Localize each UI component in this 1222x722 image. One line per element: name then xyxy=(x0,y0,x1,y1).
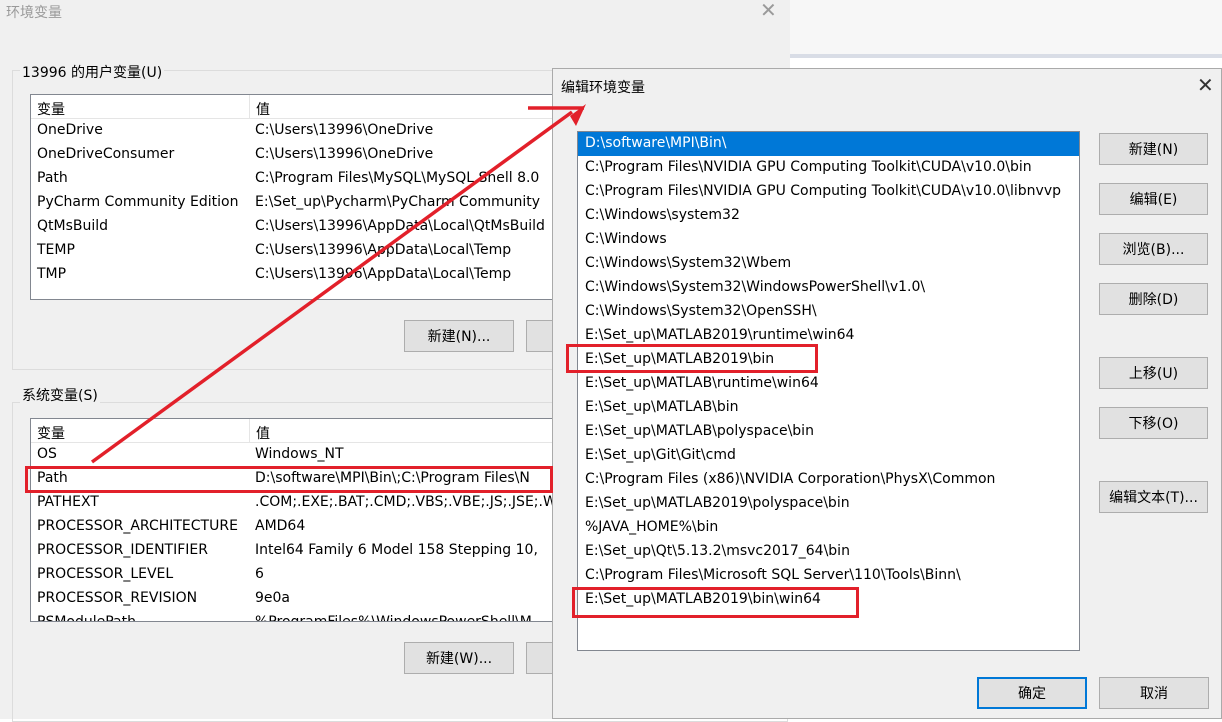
table-row[interactable]: QtMsBuild C:\Users\13996\AppData\Local\Qt… xyxy=(31,215,589,239)
variable-value: C:\Users\13996\AppData\Local\Temp xyxy=(255,266,512,282)
column-header-variable[interactable]: 变量 xyxy=(31,419,249,443)
variable-name: Path xyxy=(37,170,68,186)
list-item[interactable]: %JAVA_HOME%\bin xyxy=(578,516,1079,540)
variable-name: TEMP xyxy=(37,242,75,258)
path-entries-list[interactable]: D:\software\MPI\Bin\ C:\Program Files\NVI… xyxy=(577,131,1080,651)
variable-name: PSModulePath xyxy=(37,614,136,622)
variable-name: PROCESSOR_REVISION xyxy=(37,590,198,606)
system-variables-list[interactable]: 变量 值 OS Windows_NT Path D:\software\MPI\Bin… xyxy=(30,418,590,622)
list-item[interactable]: E:\Set_up\MATLAB\polyspace\bin xyxy=(578,420,1079,444)
edit-button[interactable]: 编辑(E) xyxy=(1099,183,1208,215)
user-variables-list[interactable]: 变量 值 OneDrive C:\Users\13996\OneDrive OneD… xyxy=(30,94,590,300)
variable-name: PyCharm Community Edition xyxy=(37,194,239,210)
variable-name: PROCESSOR_ARCHITECTURE xyxy=(37,518,238,534)
table-row[interactable]: PyCharm Community Edition E:\Set_up\Pycha… xyxy=(31,191,589,215)
column-header-variable[interactable]: 变量 xyxy=(31,95,249,119)
table-row[interactable]: PATHEXT .COM;.EXE;.BAT;.CMD;.VBS;.VBE;.JS… xyxy=(31,491,589,515)
variable-value: 6 xyxy=(255,566,264,582)
variable-value: C:\Program Files\MySQL\MySQL Shell 8.0 xyxy=(255,170,540,186)
table-row[interactable]: PROCESSOR_REVISION 9e0a xyxy=(31,587,589,611)
list-item[interactable]: C:\Windows\system32 xyxy=(578,204,1079,228)
dialog-title: 编辑环境变量 xyxy=(561,80,645,96)
variable-value: E:\Set_up\Pycharm\PyCharm Community xyxy=(255,194,541,210)
variable-value: C:\Users\13996\OneDrive xyxy=(255,146,434,162)
list-header: 变量 值 xyxy=(31,95,589,119)
list-item[interactable]: D:\software\MPI\Bin\ xyxy=(578,132,1079,156)
list-item[interactable]: E:\Set_up\Git\Git\cmd xyxy=(578,444,1079,468)
new-button[interactable]: 新建(N) xyxy=(1099,133,1208,165)
table-row[interactable]: PROCESSOR_ARCHITECTURE AMD64 xyxy=(31,515,589,539)
browse-button[interactable]: 浏览(B)... xyxy=(1099,233,1208,265)
table-row[interactable]: Path C:\Program Files\MySQL\MySQL Shell 8… xyxy=(31,167,589,191)
background-window-strip xyxy=(790,0,1222,58)
list-item[interactable]: E:\Set_up\MATLAB\runtime\win64 xyxy=(578,372,1079,396)
system-variables-label: 系统变量(S) xyxy=(20,385,100,405)
variable-value: 9e0a xyxy=(255,590,291,606)
list-item[interactable]: E:\Set_up\MATLAB\bin xyxy=(578,396,1079,420)
table-row[interactable]: OneDriveConsumer C:\Users\13996\OneDrive xyxy=(31,143,589,167)
column-header-value[interactable]: 值 xyxy=(249,95,589,119)
list-item[interactable]: C:\Windows\System32\OpenSSH\ xyxy=(578,300,1079,324)
ok-button[interactable]: 确定 xyxy=(977,677,1087,709)
window-title: 环境变量 xyxy=(6,5,62,21)
column-header-value[interactable]: 值 xyxy=(249,419,589,443)
table-row[interactable]: OneDrive C:\Users\13996\OneDrive xyxy=(31,119,589,143)
table-row[interactable]: TMP C:\Users\13996\AppData\Local\Temp xyxy=(31,263,589,287)
annotation-box-matlab2019-bin xyxy=(566,344,818,373)
variable-name: PATHEXT xyxy=(37,494,99,510)
variable-value: C:\Users\13996\OneDrive xyxy=(255,122,434,138)
annotation-box-matlab2019-bin-win64 xyxy=(572,587,859,618)
variable-value: Intel64 Family 6 Model 158 Stepping 10, xyxy=(255,542,538,558)
variable-name: PROCESSOR_LEVEL xyxy=(37,566,174,582)
list-item[interactable]: C:\Program Files\NVIDIA GPU Computing To… xyxy=(578,180,1079,204)
user-variables-label: 13996 的用户变量(U) xyxy=(20,62,165,82)
close-icon[interactable]: ✕ xyxy=(1197,73,1214,97)
table-row[interactable]: TEMP C:\Users\13996\AppData\Local\Temp xyxy=(31,239,589,263)
variable-name: QtMsBuild xyxy=(37,218,109,234)
variable-name: OneDriveConsumer xyxy=(37,146,175,162)
variable-value: AMD64 xyxy=(255,518,306,534)
variable-name: OS xyxy=(37,446,57,462)
variable-value: %ProgramFiles%\WindowsPowerShell\M xyxy=(255,614,532,622)
list-item[interactable]: E:\Set_up\Qt\5.13.2\msvc2017_64\bin xyxy=(578,540,1079,564)
list-item[interactable]: C:\Windows xyxy=(578,228,1079,252)
background-window-strip-line xyxy=(790,54,1222,58)
list-header: 变量 值 xyxy=(31,419,589,443)
table-row[interactable]: PROCESSOR_LEVEL 6 xyxy=(31,563,589,587)
table-row[interactable]: OS Windows_NT xyxy=(31,443,589,467)
move-down-button[interactable]: 下移(O) xyxy=(1099,407,1208,439)
user-new-button[interactable]: 新建(N)... xyxy=(404,320,514,352)
table-row[interactable]: PSModulePath %ProgramFiles%\WindowsPowerS… xyxy=(31,611,589,622)
edit-text-button[interactable]: 编辑文本(T)... xyxy=(1099,481,1208,513)
list-item[interactable]: C:\Program Files\Microsoft SQL Server\11… xyxy=(578,564,1079,588)
annotation-box-system-path xyxy=(25,466,553,493)
system-new-button[interactable]: 新建(W)... xyxy=(404,642,514,674)
edit-environment-variable-dialog: 编辑环境变量 ✕ D:\software\MPI\Bin\ C:\Program … xyxy=(552,68,1222,719)
variable-value: C:\Users\13996\AppData\Local\Temp xyxy=(255,242,512,258)
variable-value: C:\Users\13996\AppData\Local\QtMsBuild xyxy=(255,218,545,234)
variable-name: OneDrive xyxy=(37,122,103,138)
list-item[interactable]: C:\Program Files (x86)\NVIDIA Corporatio… xyxy=(578,468,1079,492)
list-item[interactable]: C:\Windows\System32\WindowsPowerShell\v1… xyxy=(578,276,1079,300)
delete-button[interactable]: 删除(D) xyxy=(1099,283,1208,315)
list-item[interactable]: C:\Windows\System32\Wbem xyxy=(578,252,1079,276)
move-up-button[interactable]: 上移(U) xyxy=(1099,357,1208,389)
cancel-button[interactable]: 取消 xyxy=(1099,677,1209,709)
list-item[interactable]: E:\Set_up\MATLAB2019\polyspace\bin xyxy=(578,492,1079,516)
variable-value: .COM;.EXE;.BAT;.CMD;.VBS;.VBE;.JS;.JSE;.… xyxy=(255,494,557,510)
table-row[interactable]: PROCESSOR_IDENTIFIER Intel64 Family 6 Mod… xyxy=(31,539,589,563)
variable-name: TMP xyxy=(37,266,67,282)
list-item[interactable]: C:\Program Files\NVIDIA GPU Computing To… xyxy=(578,156,1079,180)
variable-value: Windows_NT xyxy=(255,446,344,462)
variable-name: PROCESSOR_IDENTIFIER xyxy=(37,542,208,558)
close-icon[interactable]: ✕ xyxy=(760,0,777,22)
